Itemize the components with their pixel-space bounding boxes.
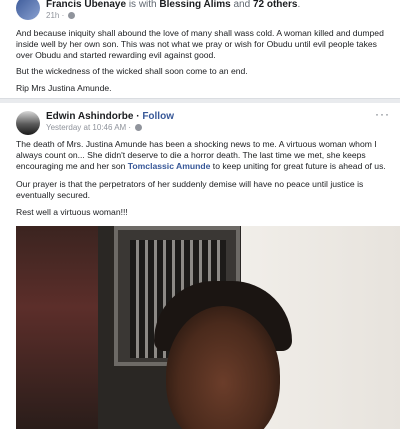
post-edwin: Edwin Ashindorbe · Follow Yesterday at 1… (0, 103, 400, 429)
post-header: Francis Ubenaye is with Blessing Alims a… (46, 0, 301, 10)
post-paragraph: And because iniquity shall abound the lo… (16, 28, 384, 60)
post-paragraph: Our prayer is that the perpetrators of h… (16, 179, 364, 200)
globe-icon (135, 124, 143, 132)
post-paragraph: Rest well a virtuous woman!!! (16, 207, 128, 217)
avatar[interactable] (16, 111, 40, 135)
timestamp[interactable]: Yesterday at 10:46 AM (46, 123, 126, 132)
post-photo[interactable] (16, 226, 400, 429)
photo-wall (16, 226, 98, 429)
globe-icon (68, 12, 76, 20)
and-text: and (230, 0, 253, 10)
more-options-icon[interactable]: ··· (375, 107, 390, 121)
paragraph-text: to keep uniting for great future is ahea… (210, 161, 386, 171)
tagged-name[interactable]: Blessing Alims (159, 0, 230, 10)
post-meta: 21h · (46, 11, 76, 20)
post-paragraph: Rip Mrs Justina Amunde. (16, 83, 112, 93)
timestamp[interactable]: 21h (46, 11, 59, 20)
avatar[interactable] (16, 0, 40, 20)
post-header: Edwin Ashindorbe · Follow (46, 111, 174, 122)
post-francis: Francis Ubenaye is with Blessing Alims a… (0, 0, 400, 99)
with-text: is with (126, 0, 160, 10)
author-name[interactable]: Edwin Ashindorbe (46, 111, 133, 122)
mention-link[interactable]: Tomclassic Amunde (128, 161, 211, 171)
post-paragraph: But the wickedness of the wicked shall s… (16, 66, 248, 76)
others-link[interactable]: 72 others (253, 0, 297, 10)
post-paragraph: The death of Mrs. Justina Amunde has bee… (16, 139, 394, 172)
author-name[interactable]: Francis Ubenaye (46, 0, 126, 10)
post-meta: Yesterday at 10:46 AM · (46, 123, 143, 132)
follow-button[interactable]: Follow (142, 111, 174, 122)
